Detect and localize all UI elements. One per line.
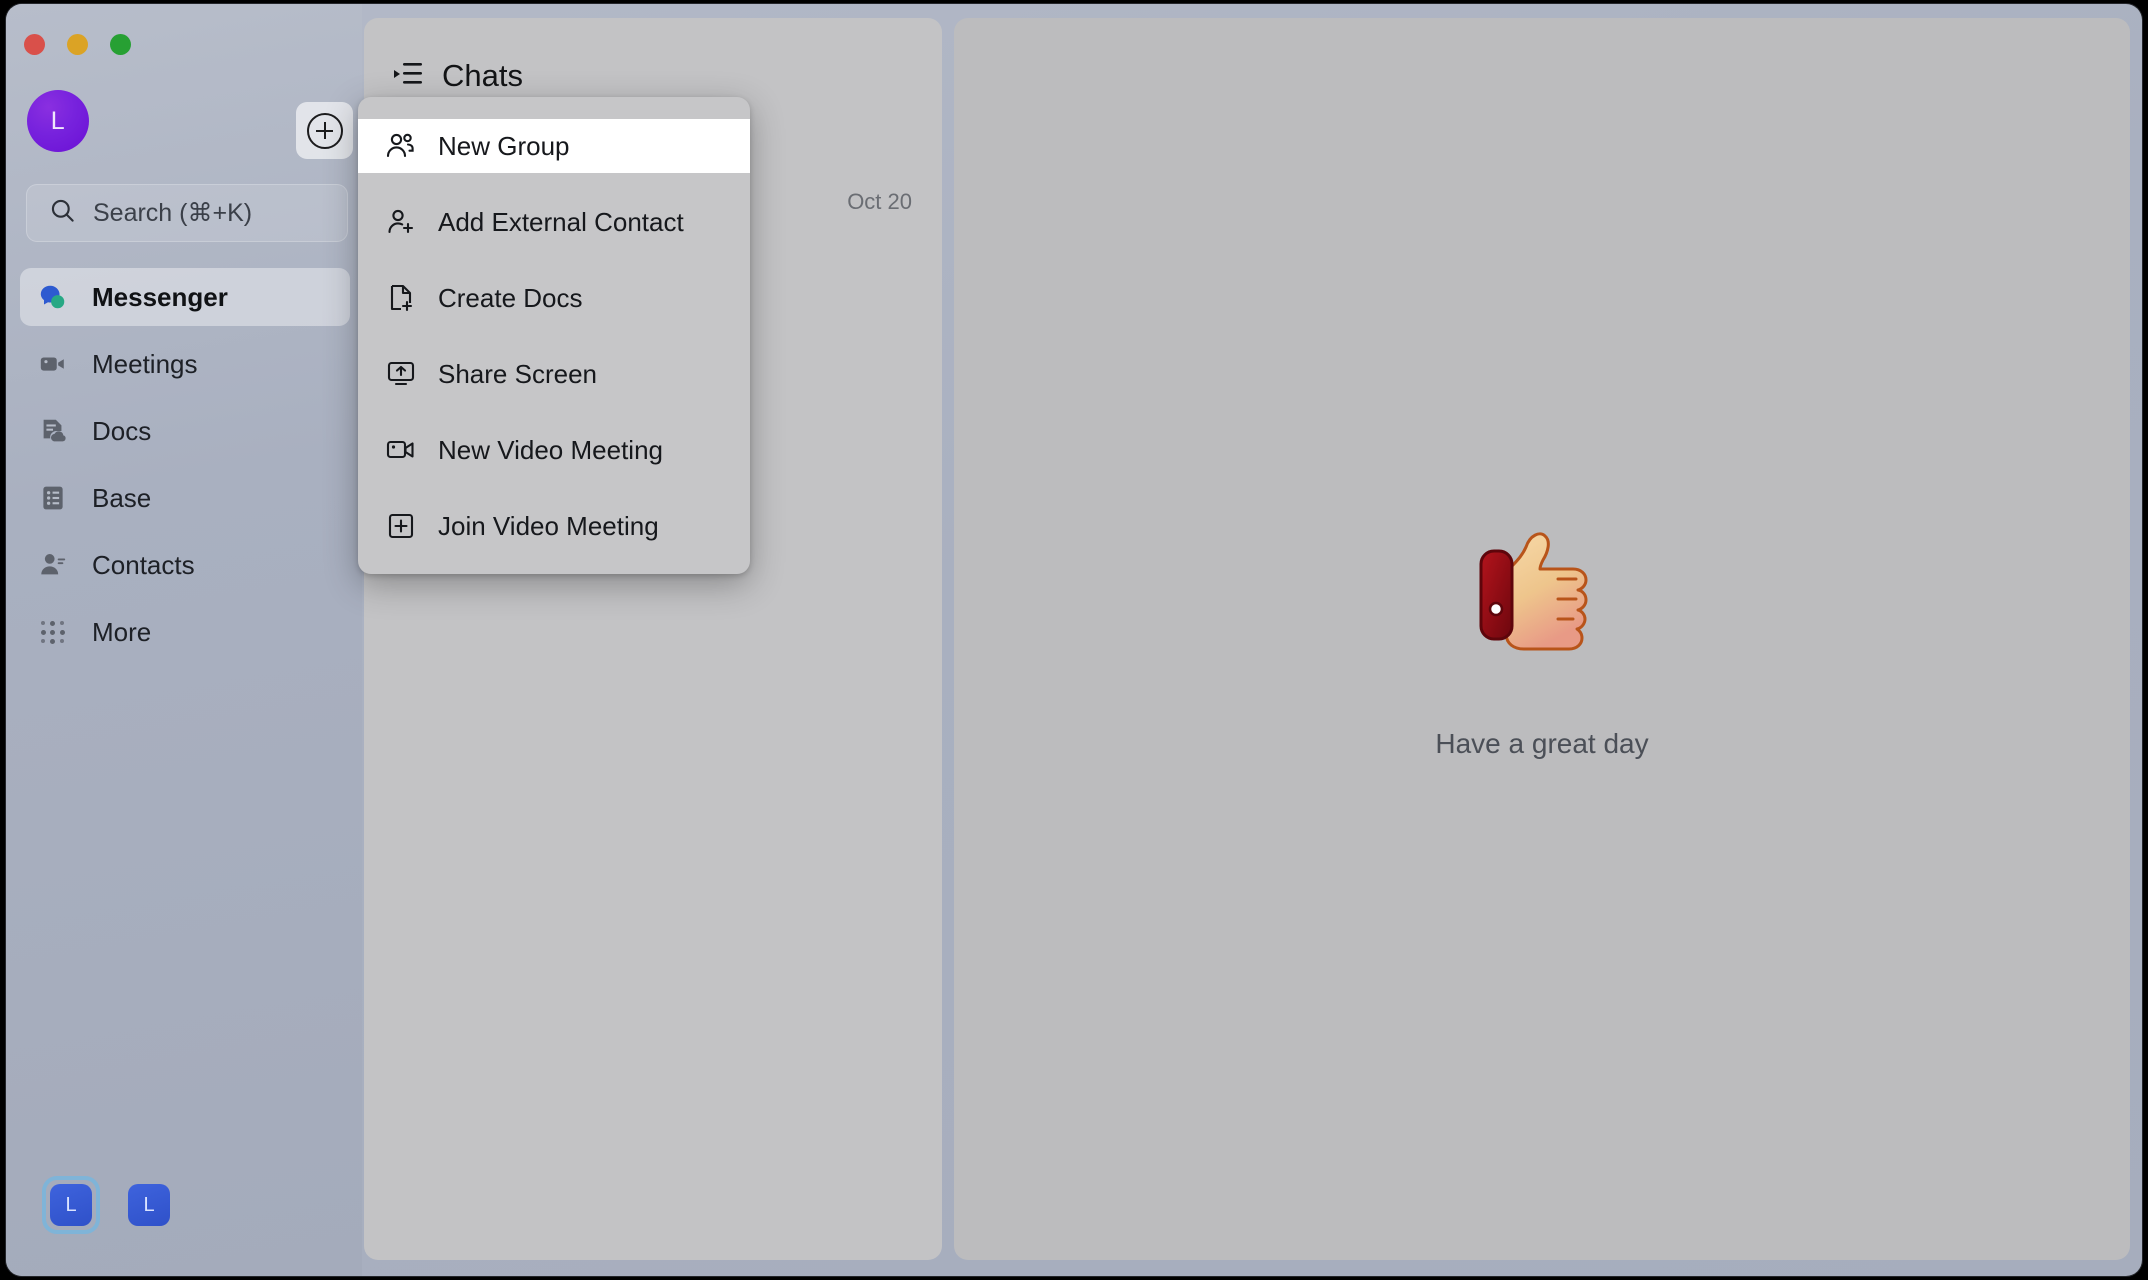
menu-item-share-screen[interactable]: Share Screen	[358, 347, 750, 401]
share-screen-icon	[386, 359, 416, 389]
sidebar-item-meetings[interactable]: Meetings	[20, 335, 350, 393]
menu-item-join-video-meeting[interactable]: Join Video Meeting	[358, 499, 750, 553]
sidebar-item-messenger[interactable]: Messenger	[20, 268, 350, 326]
new-item-button-container[interactable]	[296, 102, 353, 159]
menu-item-label: New Group	[438, 130, 570, 161]
menu-item-label: Add External Contact	[438, 206, 684, 237]
docs-cloud-icon	[38, 416, 68, 446]
sidebar-item-base[interactable]: Base	[20, 469, 350, 527]
search-input[interactable]: Search (⌘+K)	[26, 184, 348, 242]
sidebar-item-docs[interactable]: Docs	[20, 402, 350, 460]
sidebar-item-contacts[interactable]: Contacts	[20, 536, 350, 594]
sidebar-item-label: Contacts	[92, 549, 195, 580]
video-camera-icon	[38, 349, 68, 379]
chat-list-title: Chats	[442, 58, 523, 93]
square-plus-icon	[386, 511, 416, 541]
menu-item-add-external-contact[interactable]: Add External Contact	[358, 195, 750, 249]
plus-circle-icon[interactable]	[306, 112, 343, 149]
user-avatar[interactable]: L	[27, 90, 89, 152]
sidebar-item-label: Docs	[92, 415, 152, 446]
menu-item-label: Create Docs	[438, 282, 583, 313]
minimize-window-button[interactable]	[67, 34, 88, 55]
chat-list-header: Chats	[364, 18, 942, 94]
messenger-icon	[38, 282, 68, 312]
dock-app-icon: L	[50, 1184, 92, 1226]
menu-item-create-docs[interactable]: Create Docs	[358, 271, 750, 325]
document-plus-icon	[386, 283, 416, 313]
search-placeholder-text: Search (⌘+K)	[93, 199, 253, 227]
avatar-initial: L	[50, 106, 66, 135]
sidebar-item-label: Messenger	[92, 281, 228, 312]
thumbs-up-emoji	[1463, 519, 1621, 674]
sidebar-item-more[interactable]: More	[20, 603, 350, 661]
greeting-text: Have a great day	[1435, 727, 1649, 759]
workspace-switcher-dock: L L	[42, 1176, 170, 1234]
sidebar: L Search (⌘+K) Messenger Meetings Docs B…	[6, 4, 362, 1276]
traffic-lights	[24, 34, 131, 55]
more-dots-icon	[38, 617, 68, 647]
close-window-button[interactable]	[24, 34, 45, 55]
menu-item-new-video-meeting[interactable]: New Video Meeting	[358, 423, 750, 477]
base-grid-icon	[38, 483, 68, 513]
menu-item-label: Join Video Meeting	[438, 510, 659, 541]
search-icon	[49, 197, 76, 229]
sidebar-item-label: Meetings	[92, 348, 198, 379]
new-item-dropdown-menu: New Group Add External Contact Create Do…	[358, 97, 750, 574]
video-camera-icon	[386, 435, 416, 465]
main-content-panel: Have a great day	[954, 18, 2130, 1260]
dock-item[interactable]: L	[128, 1184, 170, 1226]
menu-item-label: New Video Meeting	[438, 434, 663, 465]
sidebar-item-label: Base	[92, 482, 152, 513]
maximize-window-button[interactable]	[110, 34, 131, 55]
chat-list-icon	[394, 61, 424, 92]
chat-item-date: Oct 20	[847, 189, 912, 214]
contacts-person-icon	[38, 550, 68, 580]
app-window: L Search (⌘+K) Messenger Meetings Docs B…	[6, 4, 2142, 1276]
sidebar-item-label: More	[92, 616, 152, 647]
group-people-icon	[386, 131, 416, 161]
person-add-icon	[386, 207, 416, 237]
screenshot-root: L Search (⌘+K) Messenger Meetings Docs B…	[0, 0, 2148, 1280]
sidebar-nav: Messenger Meetings Docs Base Contacts Mo…	[20, 268, 350, 670]
menu-item-label: Share Screen	[438, 358, 597, 389]
dock-item-selected[interactable]: L	[42, 1176, 100, 1234]
menu-item-new-group[interactable]: New Group	[358, 119, 750, 173]
